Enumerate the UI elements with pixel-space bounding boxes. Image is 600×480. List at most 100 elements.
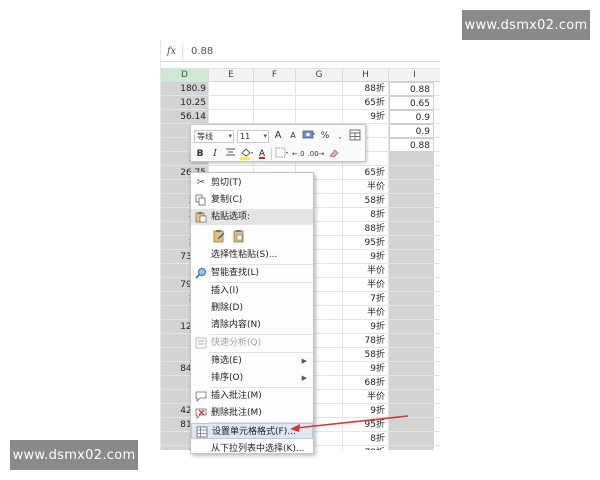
- cell-h[interactable]: 95折: [343, 236, 388, 250]
- menu-item-sort[interactable]: 排序(O) ▶: [191, 370, 313, 386]
- menu-item-quick-analysis: 快速分析(Q): [191, 335, 313, 351]
- menu-label: 插入批注(M): [211, 391, 262, 401]
- cell-h[interactable]: 半价: [343, 180, 388, 194]
- context-menu: ✂ 剪切(T) 复制(C) 粘贴选项: 选择性粘贴(S)... 智能查找(L) …: [190, 172, 314, 454]
- cell-h[interactable]: 65折: [343, 96, 388, 110]
- font-size: 11: [240, 131, 251, 141]
- bold-button[interactable]: B: [194, 147, 206, 161]
- menu-label: 删除批注(M): [211, 408, 262, 418]
- menu-item-copy[interactable]: 复制(C): [191, 192, 313, 208]
- menu-label: 排序(O): [211, 373, 244, 383]
- cell-h[interactable]: 半价: [343, 390, 388, 404]
- column-header-f[interactable]: F: [254, 69, 296, 82]
- fx-icon[interactable]: fx: [161, 44, 183, 59]
- cell-i[interactable]: 0.88: [389, 138, 434, 152]
- font-size-dropdown-icon: ▾: [263, 131, 267, 140]
- paste-option-icon[interactable]: [213, 229, 226, 249]
- clear-format-eraser-icon[interactable]: [328, 147, 340, 161]
- cell-d[interactable]: 10.25: [161, 96, 208, 110]
- cell-h[interactable]: 9折: [343, 362, 388, 376]
- decrease-decimal-button[interactable]: .00→: [308, 147, 325, 161]
- cell-h[interactable]: 8折: [343, 432, 388, 446]
- comment-icon: [195, 390, 207, 402]
- menu-label: 复制(C): [211, 195, 243, 205]
- menu-label: 从下拉列表中选择(K)...: [211, 444, 305, 454]
- borders-icon[interactable]: [275, 147, 289, 161]
- cell-h[interactable]: 9折: [343, 110, 388, 124]
- cell-h[interactable]: 9折: [343, 320, 388, 334]
- cell-h[interactable]: 9折: [343, 250, 388, 264]
- menu-header-paste-options: 粘贴选项:: [191, 209, 313, 225]
- cell-i[interactable]: 0.9: [389, 124, 434, 138]
- increase-decimal-button[interactable]: ←.0: [292, 147, 305, 161]
- menu-item-delete-comment[interactable]: 删除批注(M): [191, 405, 313, 421]
- percent-button[interactable]: %: [319, 129, 331, 143]
- column-header-e[interactable]: E: [209, 69, 254, 82]
- cell-i[interactable]: 0.9: [389, 110, 434, 124]
- cell-h[interactable]: 半价: [343, 278, 388, 292]
- mini-toolbar: 等线 ▾ 11 ▾ A A % , B I A ←.0 .00→: [190, 124, 366, 162]
- column-header-h[interactable]: H: [343, 69, 389, 82]
- menu-label: 筛选(E): [211, 356, 242, 366]
- watermark-bottom: www.dsmx02.com: [10, 440, 138, 470]
- grow-font-button[interactable]: A: [272, 129, 284, 143]
- cell-h[interactable]: 78折: [343, 334, 388, 348]
- font-name-box[interactable]: 等线 ▾: [194, 129, 234, 143]
- copy-icon: [195, 194, 207, 206]
- font-name-dropdown-icon: ▾: [228, 131, 232, 140]
- column-header-g[interactable]: G: [296, 69, 343, 82]
- accounting-format-icon[interactable]: [302, 129, 316, 143]
- format-painter-icon[interactable]: [349, 129, 361, 143]
- cell-d[interactable]: 180.9: [161, 82, 208, 96]
- menu-item-format-cells[interactable]: 设置单元格格式(F)...: [191, 423, 313, 439]
- cell-h[interactable]: 8折: [343, 208, 388, 222]
- cell-h[interactable]: 65折: [343, 166, 388, 180]
- menu-item-filter[interactable]: 筛选(E) ▶: [191, 353, 313, 369]
- cell-h[interactable]: 58折: [343, 348, 388, 362]
- menu-label: 智能查找(L): [211, 268, 260, 278]
- menu-item-insert[interactable]: 插入(I): [191, 283, 313, 299]
- menu-item-insert-comment[interactable]: 插入批注(M): [191, 388, 313, 404]
- search-icon: [195, 267, 207, 279]
- cell-i[interactable]: 0.88: [389, 82, 434, 96]
- cell-h[interactable]: 68折: [343, 376, 388, 390]
- menu-item-delete[interactable]: 删除(D): [191, 300, 313, 316]
- menu-item-cut[interactable]: ✂ 剪切(T): [191, 175, 313, 191]
- cell-h[interactable]: 9折: [343, 404, 388, 418]
- menu-label: 清除内容(N): [211, 320, 261, 330]
- font-size-box[interactable]: 11 ▾: [237, 129, 269, 143]
- shrink-font-button[interactable]: A: [287, 129, 299, 143]
- cell-h[interactable]: 78折: [343, 446, 388, 450]
- cell-h[interactable]: 88折: [343, 82, 388, 96]
- cell-h[interactable]: 半价: [343, 306, 388, 320]
- cell-i[interactable]: 0.65: [389, 96, 434, 110]
- paste-values-icon[interactable]: [233, 229, 246, 249]
- font-color-button[interactable]: A: [256, 147, 268, 161]
- cell-d[interactable]: 56.14: [161, 110, 208, 124]
- formula-bar[interactable]: fx 0.88: [161, 42, 440, 62]
- align-center-icon[interactable]: [224, 147, 236, 161]
- menu-label: 插入(I): [211, 286, 239, 296]
- menu-label: 设置单元格格式(F)...: [212, 427, 296, 437]
- cell-h[interactable]: 88折: [343, 222, 388, 236]
- paste-option-buttons: [191, 226, 313, 246]
- column-headers: D E F G H I: [161, 68, 440, 82]
- menu-label: 粘贴选项:: [211, 212, 251, 222]
- menu-item-paste-special[interactable]: 选择性粘贴(S)...: [191, 247, 313, 263]
- column-header-i[interactable]: I: [389, 69, 440, 82]
- italic-button[interactable]: I: [209, 147, 221, 161]
- menu-item-clear-contents[interactable]: 清除内容(N): [191, 317, 313, 333]
- menu-label: 剪切(T): [211, 178, 242, 188]
- cell-h[interactable]: 半价: [343, 264, 388, 278]
- watermark-top: www.dsmx02.com: [462, 10, 590, 40]
- formula-value[interactable]: 0.88: [183, 46, 213, 57]
- fill-color-icon[interactable]: [239, 147, 253, 161]
- cell-h[interactable]: 7折: [343, 292, 388, 306]
- menu-item-pick-from-list[interactable]: 从下拉列表中选择(K)...: [191, 441, 313, 454]
- comma-button[interactable]: ,: [334, 129, 346, 143]
- column-header-d[interactable]: D: [161, 69, 209, 82]
- cell-h[interactable]: 95折: [343, 418, 388, 432]
- cell-h[interactable]: 58折: [343, 194, 388, 208]
- menu-item-smart-lookup[interactable]: 智能查找(L): [191, 265, 313, 281]
- scissors-icon: ✂: [196, 177, 206, 188]
